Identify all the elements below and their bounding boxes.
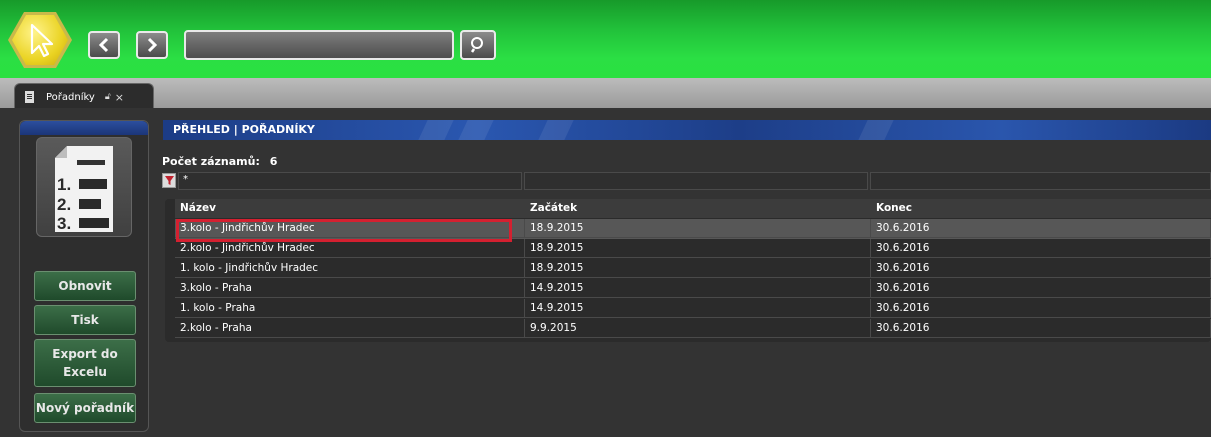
column-header-end[interactable]: Konec	[871, 199, 1211, 218]
forward-button[interactable]	[136, 31, 168, 59]
filter-icon[interactable]	[162, 173, 176, 188]
cell-start: 18.9.2015	[525, 239, 871, 258]
back-button[interactable]	[88, 31, 120, 59]
tab-poradniky[interactable]: Pořadníky 🔓︎ ×	[14, 83, 154, 110]
page-title: PŘEHLED | POŘADNÍKY	[173, 123, 315, 136]
cell-start: 14.9.2015	[525, 279, 871, 298]
rank-line-2: 2.	[57, 195, 71, 214]
cell-end: 30.6.2016	[871, 259, 1211, 278]
close-icon[interactable]: ×	[115, 91, 124, 104]
cell-start: 18.9.2015	[525, 259, 871, 278]
cell-name: 1. kolo - Jindřichův Hradec	[175, 259, 525, 278]
cell-start: 9.9.2015	[525, 319, 871, 338]
table-header: Název Začátek Konec	[175, 199, 1211, 218]
export-excel-button[interactable]: Export do Excelu	[34, 339, 136, 387]
new-ranking-button[interactable]: Nový pořadník	[34, 393, 136, 423]
column-header-start[interactable]: Začátek	[525, 199, 871, 218]
cell-end: 30.6.2016	[871, 239, 1211, 258]
panel-header	[20, 121, 148, 135]
cell-name: 3.kolo - Praha	[175, 279, 525, 298]
cell-end: 30.6.2016	[871, 319, 1211, 338]
section-title-bar: PŘEHLED | POŘADNÍKY	[163, 120, 1211, 140]
column-header-name[interactable]: Název	[175, 199, 525, 218]
table-row[interactable]: 2.kolo - Praha 9.9.2015 30.6.2016	[175, 319, 1211, 339]
record-count-label: Počet záznamů:	[162, 155, 260, 168]
filter-input-name[interactable]: *	[178, 172, 522, 190]
filter-input-end[interactable]	[870, 172, 1211, 190]
ranking-list-icon: 1. 2. 3.	[36, 137, 132, 237]
rank-line-3: 3.	[57, 214, 71, 233]
filter-row: *	[162, 172, 1211, 190]
search-icon	[470, 37, 483, 53]
record-count: Počet záznamů: 6	[162, 155, 277, 168]
cell-start: 14.9.2015	[525, 299, 871, 318]
cell-end: 30.6.2016	[871, 279, 1211, 298]
chevron-right-icon	[147, 37, 158, 53]
cell-end: 30.6.2016	[871, 299, 1211, 318]
chevron-left-icon	[98, 37, 109, 53]
tab-label: Pořadníky	[46, 91, 95, 103]
table-row[interactable]: 3.kolo - Praha 14.9.2015 30.6.2016	[175, 279, 1211, 299]
filter-input-start[interactable]	[524, 172, 868, 190]
cell-name: 1. kolo - Praha	[175, 299, 525, 318]
table-row[interactable]: 2.kolo - Jindřichův Hradec 18.9.2015 30.6.…	[175, 239, 1211, 259]
search-button[interactable]	[460, 30, 496, 60]
table-row[interactable]: 1. kolo - Jindřichův Hradec 18.9.2015 30.6…	[175, 259, 1211, 279]
tab-strip	[0, 78, 1211, 108]
record-count-value: 6	[269, 155, 278, 168]
print-button[interactable]: Tisk	[34, 305, 136, 335]
cell-start: 18.9.2015	[525, 219, 871, 238]
action-panel: 1. 2. 3. Obnovit Tisk Export do Excelu N…	[19, 120, 149, 432]
table-row[interactable]: 1. kolo - Praha 14.9.2015 30.6.2016	[175, 299, 1211, 319]
top-toolbar	[0, 0, 1211, 78]
search-input[interactable]	[184, 30, 454, 60]
refresh-button[interactable]: Obnovit	[34, 271, 136, 301]
cell-name: 2.kolo - Praha	[175, 319, 525, 338]
unlock-icon[interactable]: 🔓︎	[105, 92, 111, 102]
document-icon	[25, 91, 34, 103]
selection-highlight	[176, 219, 512, 242]
rank-line-1: 1.	[57, 175, 71, 194]
cell-end: 30.6.2016	[871, 219, 1211, 238]
